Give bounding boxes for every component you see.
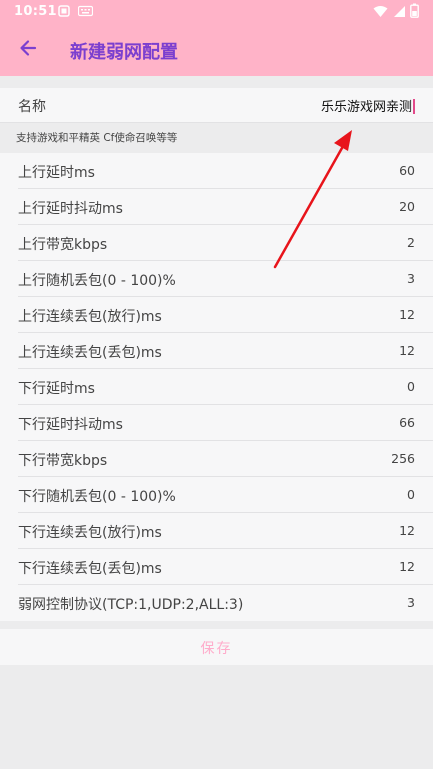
setting-row-downlink-jitter[interactable]: 下行延时抖动ms 66 — [18, 405, 433, 441]
setting-row-downlink-bandwidth[interactable]: 下行带宽kbps 256 — [18, 441, 433, 477]
battery-icon — [410, 3, 419, 22]
setting-label: 下行延时ms — [18, 381, 95, 397]
supported-games-hint: 支持游戏和平精英 Cf使命召唤等等 — [16, 132, 178, 144]
app-bar: 新建弱网配置 — [0, 24, 433, 76]
setting-row-downlink-burst-drop[interactable]: 下行连续丢包(丢包)ms 12 — [18, 549, 433, 585]
save-button-label: 保存 — [200, 641, 233, 657]
setting-label: 上行随机丢包(0 - 100)% — [18, 273, 176, 289]
wifi-icon — [373, 5, 388, 22]
setting-value-input[interactable]: 3 — [407, 595, 415, 610]
setting-value-input[interactable]: 66 — [399, 415, 415, 430]
setting-label: 下行延时抖动ms — [18, 417, 123, 433]
setting-label: 上行连续丢包(丢包)ms — [18, 345, 162, 361]
setting-row-uplink-random-loss[interactable]: 上行随机丢包(0 - 100)% 3 — [18, 261, 433, 297]
setting-value-input[interactable]: 0 — [407, 487, 415, 502]
setting-value-input[interactable]: 12 — [399, 343, 415, 358]
name-field-value: 乐乐游戏网亲测 — [320, 100, 412, 115]
setting-row-uplink-jitter[interactable]: 上行延时抖动ms 20 — [18, 189, 433, 225]
page-title: 新建弱网配置 — [70, 42, 178, 63]
setting-label: 弱网控制协议(TCP:1,UDP:2,ALL:3) — [18, 597, 244, 613]
signal-icon — [393, 5, 406, 22]
name-field-input[interactable]: 乐乐游戏网亲测 — [321, 96, 415, 115]
setting-row-uplink-delay[interactable]: 上行延时ms 60 — [18, 153, 433, 189]
setting-value-input[interactable]: 12 — [399, 523, 415, 538]
setting-value-input[interactable]: 60 — [399, 163, 415, 178]
setting-row-uplink-burst-drop[interactable]: 上行连续丢包(丢包)ms 12 — [18, 333, 433, 369]
status-time: 10:51 — [14, 4, 57, 19]
setting-label: 下行带宽kbps — [18, 453, 108, 469]
setting-value-input[interactable]: 2 — [407, 235, 415, 250]
setting-label: 下行随机丢包(0 - 100)% — [18, 489, 176, 505]
setting-row-downlink-random-loss[interactable]: 下行随机丢包(0 - 100)% 0 — [18, 477, 433, 513]
setting-row-protocol[interactable]: 弱网控制协议(TCP:1,UDP:2,ALL:3) 3 — [18, 585, 433, 621]
status-bar: 10:51 — [0, 0, 433, 24]
name-field-row[interactable]: 名称 乐乐游戏网亲测 — [0, 88, 433, 123]
setting-label: 上行延时ms — [18, 165, 95, 181]
arrow-left-icon — [18, 38, 38, 62]
setting-label: 下行连续丢包(放行)ms — [18, 525, 162, 541]
notification-icon — [58, 5, 70, 21]
setting-label: 下行连续丢包(丢包)ms — [18, 561, 162, 577]
setting-value-input[interactable]: 256 — [391, 451, 415, 466]
setting-value-input[interactable]: 12 — [399, 559, 415, 574]
setting-label: 上行延时抖动ms — [18, 201, 123, 217]
name-field-label: 名称 — [18, 99, 46, 115]
setting-value-input[interactable]: 20 — [399, 199, 415, 214]
setting-label: 上行带宽kbps — [18, 237, 108, 253]
setting-value-input[interactable]: 0 — [407, 379, 415, 394]
setting-label: 上行连续丢包(放行)ms — [18, 309, 162, 325]
setting-value-input[interactable]: 3 — [407, 271, 415, 286]
setting-value-input[interactable]: 12 — [399, 307, 415, 322]
settings-list: 上行延时ms 60 上行延时抖动ms 20 上行带宽kbps 2 上行随机丢包(… — [0, 153, 433, 621]
setting-row-uplink-bandwidth[interactable]: 上行带宽kbps 2 — [18, 225, 433, 261]
save-button[interactable]: 保存 — [0, 629, 433, 665]
back-button[interactable] — [8, 30, 48, 70]
setting-row-downlink-burst-pass[interactable]: 下行连续丢包(放行)ms 12 — [18, 513, 433, 549]
setting-row-downlink-delay[interactable]: 下行延时ms 0 — [18, 369, 433, 405]
setting-row-uplink-burst-pass[interactable]: 上行连续丢包(放行)ms 12 — [18, 297, 433, 333]
text-cursor — [413, 99, 415, 114]
keyboard-icon — [77, 5, 94, 21]
